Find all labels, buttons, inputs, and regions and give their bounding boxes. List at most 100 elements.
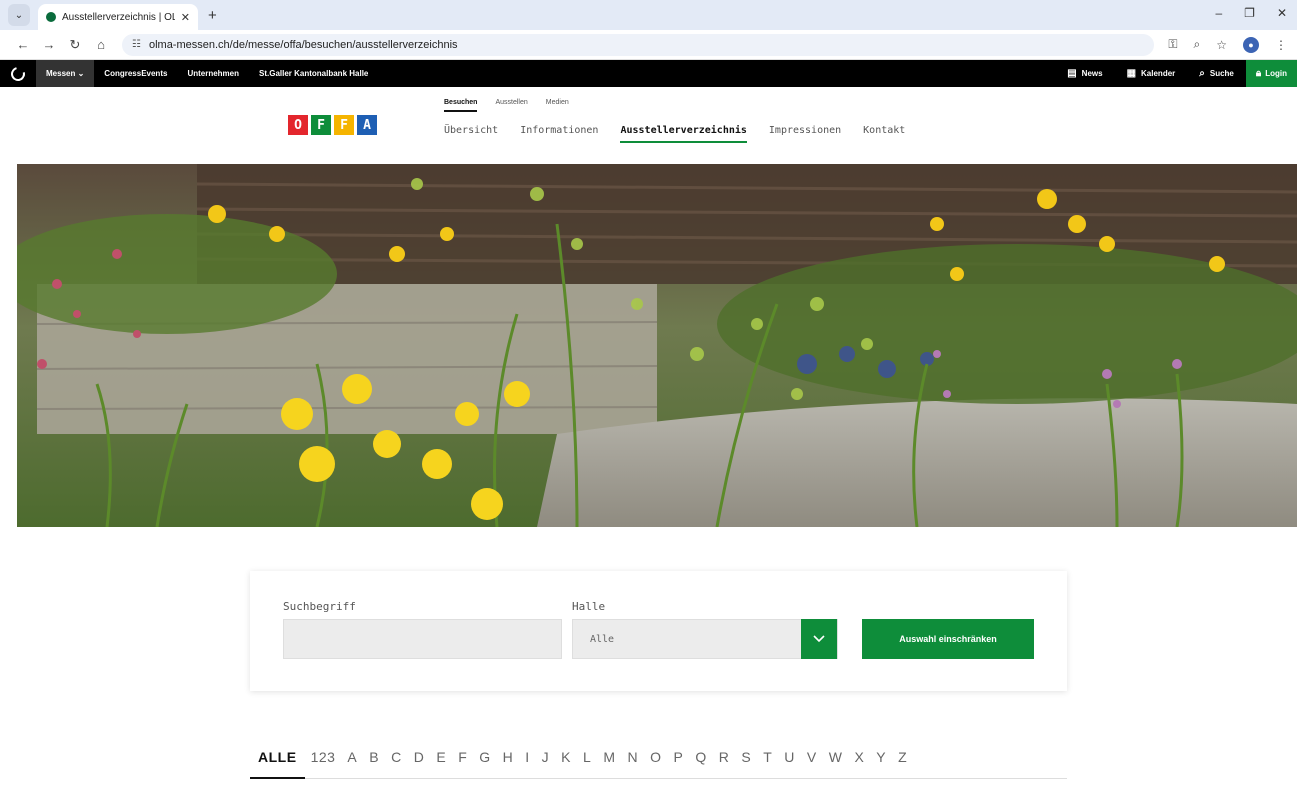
sub-tabs: Besuchen Ausstellen Medien [444, 99, 569, 112]
letter-o[interactable]: O [644, 749, 667, 779]
garden-photo [17, 164, 1297, 527]
letter-p[interactable]: P [668, 749, 690, 779]
site-favicon-icon [46, 12, 56, 22]
search-icon: ⌕ [1199, 68, 1205, 79]
nav-ausstellerverzeichnis[interactable]: Ausstellerverzeichnis [620, 125, 747, 143]
letter-w[interactable]: W [823, 749, 849, 779]
address-bar: ← → ↻ ⌂ ☷ olma-messen.ch/de/messe/offa/b… [0, 30, 1297, 60]
window-controls: – ❐ ✕ [1215, 6, 1287, 20]
letter-l[interactable]: L [577, 749, 597, 779]
nav-halle[interactable]: St.Galler Kantonalbank Halle [249, 69, 378, 78]
letter-c[interactable]: C [385, 749, 408, 779]
nav-suche-label: Suche [1209, 69, 1234, 78]
search-panel: Suchbegriff Halle Alle Auswahl einschrän… [250, 571, 1067, 691]
nav-messen[interactable]: Messen ⌄ [36, 60, 95, 87]
hall-select[interactable]: Alle [572, 619, 838, 659]
letter-k[interactable]: K [555, 749, 577, 779]
password-key-icon[interactable]: ⚿ [1168, 37, 1177, 52]
letter-b[interactable]: B [363, 749, 385, 779]
letter-d[interactable]: D [408, 749, 431, 779]
site-top-nav: Messen ⌄ CongressEvents Unternehmen St.G… [0, 60, 1297, 87]
nav-informationen[interactable]: Informationen [520, 125, 598, 143]
nav-kontakt[interactable]: Kontakt [863, 125, 905, 143]
tab-besuchen[interactable]: Besuchen [444, 99, 478, 112]
chevron-down-icon: ⌄ [77, 69, 85, 78]
minimize-icon[interactable]: – [1215, 6, 1222, 20]
letter-r[interactable]: R [713, 749, 736, 779]
logo-letter: F [311, 115, 331, 135]
letter-h[interactable]: H [497, 749, 520, 779]
url-field[interactable]: ☷ olma-messen.ch/de/messe/offa/besuchen/… [122, 33, 1155, 56]
window-close-icon[interactable]: ✕ [1277, 6, 1287, 20]
letter-j[interactable]: J [536, 749, 556, 779]
logo-letter: A [357, 115, 377, 135]
calendar-icon: ▦ [1126, 68, 1137, 79]
browser-tab-bar: ⌄ Ausstellerverzeichnis | OLMA S ✕ + – ❐… [0, 0, 1297, 30]
nav-suche[interactable]: ⌕ Suche [1187, 68, 1246, 79]
letter-t[interactable]: T [757, 749, 778, 779]
zoom-icon[interactable]: ⌕ [1194, 37, 1201, 52]
login-button[interactable]: 🔒︎ Login [1245, 60, 1297, 87]
chevron-down-icon[interactable] [801, 619, 837, 659]
nav-uebersicht[interactable]: Übersicht [444, 125, 498, 143]
nav-impressionen[interactable]: Impressionen [769, 125, 841, 143]
nav-kalender[interactable]: ▦ Kalender [1115, 68, 1188, 79]
tab-medien[interactable]: Medien [546, 99, 569, 112]
letter-q[interactable]: Q [689, 749, 712, 779]
hall-select-value: Alle [590, 633, 615, 645]
letter-alle[interactable]: ALLE [250, 749, 305, 779]
nav-news[interactable]: ▤ News [1055, 68, 1114, 79]
login-label: Login [1265, 69, 1287, 78]
close-icon[interactable]: ✕ [181, 11, 190, 24]
reload-icon[interactable]: ↻ [62, 37, 88, 53]
letter-m[interactable]: M [597, 749, 621, 779]
profile-avatar[interactable]: ● [1243, 36, 1259, 53]
olma-logo-icon[interactable] [0, 60, 36, 87]
home-icon[interactable]: ⌂ [88, 37, 114, 52]
main-nav: Übersicht Informationen Ausstellerverzei… [444, 125, 905, 143]
letter-s[interactable]: S [735, 749, 757, 779]
url-text: olma-messen.ch/de/messe/offa/besuchen/au… [148, 38, 458, 51]
letter-f[interactable]: F [452, 749, 473, 779]
hero-image [17, 164, 1297, 527]
bookmark-star-icon[interactable]: ☆ [1216, 38, 1227, 52]
letter-y[interactable]: Y [870, 749, 892, 779]
forward-icon[interactable]: → [36, 37, 62, 52]
browser-actions: ⚿ ⌕ ☆ ● ⋮ [1168, 36, 1287, 53]
nav-messen-label: Messen [46, 69, 76, 78]
offa-logo[interactable]: O F F A [288, 115, 377, 135]
nav-kalender-label: Kalender [1141, 69, 1176, 78]
logo-letter: F [334, 115, 354, 135]
letter-123[interactable]: 123 [305, 749, 342, 779]
alphabet-filter: ALLE 123 A B C D E F G H I J K L M N O P… [250, 749, 1067, 779]
letter-g[interactable]: G [473, 749, 496, 779]
lock-icon: 🔒︎ [1255, 68, 1262, 79]
nav-unternehmen[interactable]: Unternehmen [177, 69, 249, 78]
nav-congressevents[interactable]: CongressEvents [94, 69, 177, 78]
letter-x[interactable]: X [848, 749, 870, 779]
browser-menu-icon[interactable]: ⋮ [1275, 38, 1287, 52]
browser-tab[interactable]: Ausstellerverzeichnis | OLMA S ✕ [38, 4, 198, 30]
news-icon: ▤ [1067, 68, 1077, 79]
letter-v[interactable]: V [801, 749, 823, 779]
letter-u[interactable]: U [778, 749, 801, 779]
tab-search-chevron-icon[interactable]: ⌄ [8, 4, 30, 26]
nav-news-label: News [1081, 69, 1103, 78]
site-header: O F F A Besuchen Ausstellen Medien Übers… [0, 87, 1297, 164]
top-nav-right: ▤ News ▦ Kalender ⌕ Suche 🔒︎ Login [1055, 60, 1297, 87]
tab-title: Ausstellerverzeichnis | OLMA S [62, 11, 175, 23]
letter-a[interactable]: A [341, 749, 363, 779]
new-tab-icon[interactable]: + [208, 7, 217, 24]
back-icon[interactable]: ← [10, 37, 36, 52]
site-settings-icon[interactable]: ☷ [132, 39, 141, 50]
letter-n[interactable]: N [621, 749, 644, 779]
filter-submit-button[interactable]: Auswahl einschränken [862, 619, 1034, 659]
search-input[interactable] [283, 619, 562, 659]
hall-label: Halle [572, 600, 606, 613]
restore-icon[interactable]: ❐ [1244, 6, 1255, 20]
tab-ausstellen[interactable]: Ausstellen [495, 99, 527, 112]
letter-i[interactable]: I [519, 749, 535, 779]
letter-e[interactable]: E [430, 749, 452, 779]
logo-letter: O [288, 115, 308, 135]
letter-z[interactable]: Z [892, 749, 913, 779]
